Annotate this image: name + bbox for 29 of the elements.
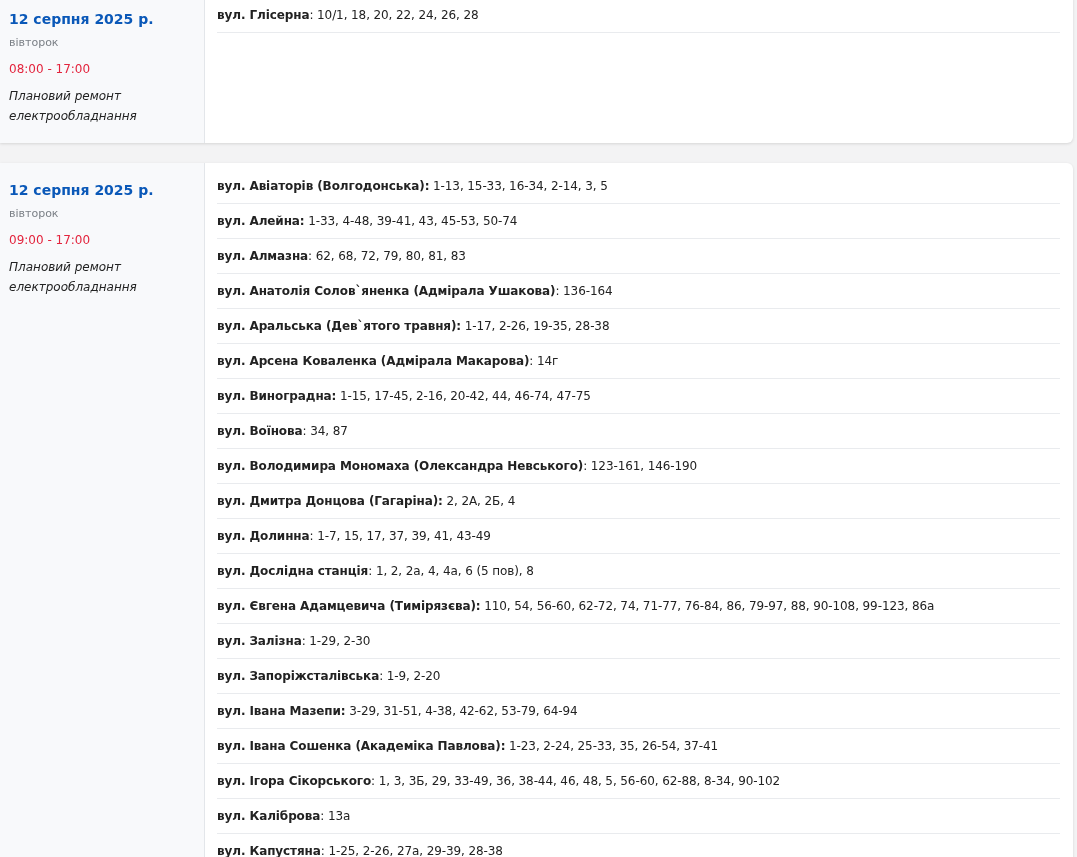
address-line: вул. Запоріжсталівська: 1-9, 2-20 — [217, 659, 1060, 694]
outage-date: 12 серпня 2025 р. — [9, 181, 155, 199]
address-line: вул. Алмазна: 62, 68, 72, 79, 80, 81, 83 — [217, 239, 1060, 274]
address-line: вул. Виноградна: 1-15, 17-45, 2-16, 20-42, 44, 46-74, 47-75 — [217, 379, 1060, 414]
outage-date: 12 серпня 2025 р. — [9, 10, 155, 28]
address-line: вул. Володимира Мономаха (Олександра Невського): 123-161, 146-190 — [217, 449, 1060, 484]
time-range: 08:00 - 17:00 — [9, 61, 92, 77]
address-line: вул. Івана Мазепи: 3-29, 31-51, 4-38, 42-62, 53-79, 64-94 — [217, 694, 1060, 729]
time-range: 09:00 - 17:00 — [9, 232, 92, 248]
address-line: вул. Авіаторів (Волгодонська): 1-13, 15-33, 16-34, 2-14, 3, 5 — [217, 169, 1060, 204]
address-line: вул. Залізна: 1-29, 2-30 — [217, 624, 1060, 659]
address-line: вул. Анатолія Солов`яненка (Адмірала Ушакова): 136-164 — [217, 274, 1060, 309]
address-line: вул. Аральська (Дев`ятого травня): 1-17, 2-26, 19-35, 28-38 — [217, 309, 1060, 344]
address-line: вул. Євгена Адамцевича (Тимірязєва): 110, 54, 56-60, 62-72, 74, 71-77, 76-84, 86, 79-97, 88, 90-108, 99-123, 86а — [217, 589, 1060, 624]
address-line: вул. Алейна: 1-33, 4-48, 39-41, 43, 45-53, 50-74 — [217, 204, 1060, 239]
weekday: вівторок — [9, 207, 60, 221]
outage-reason: Плановий ремонт електрообладнання — [9, 88, 138, 125]
weekday: вівторок — [9, 36, 60, 50]
address-line: вул. Каліброва: 13а — [217, 799, 1060, 834]
address-line: вул. Капустяна: 1-25, 2-26, 27а, 29-39, 28-38 — [217, 834, 1060, 857]
address-line: вул. Дмитра Донцова (Гагаріна): 2, 2А, 2Б, 4 — [217, 484, 1060, 519]
address-line: вул. Долинна: 1-7, 15, 17, 37, 39, 41, 43-49 — [217, 519, 1060, 554]
address-line: вул. Івана Сошенка (Академіка Павлова): 1-23, 2-24, 25-33, 35, 26-54, 37-41 — [217, 729, 1060, 764]
address-line: вул. Глісерна: 10/1, 18, 20, 22, 24, 26, 28 — [217, 0, 1060, 33]
address-line: вул. Воїнова: 34, 87 — [217, 414, 1060, 449]
outage-reason: Плановий ремонт електрообладнання — [9, 259, 138, 296]
address-line: вул. Дослідна станція: 1, 2, 2а, 4, 4а, 6 (5 пов), 8 — [217, 554, 1060, 589]
address-line: вул. Арсена Коваленка (Адмірала Макарова): 14г — [217, 344, 1060, 379]
address-line: вул. Ігора Сікорського: 1, 3, 3Б, 29, 33-49, 36, 38-44, 46, 48, 5, 56-60, 62-88, 8-34, 90-102 — [217, 764, 1060, 799]
